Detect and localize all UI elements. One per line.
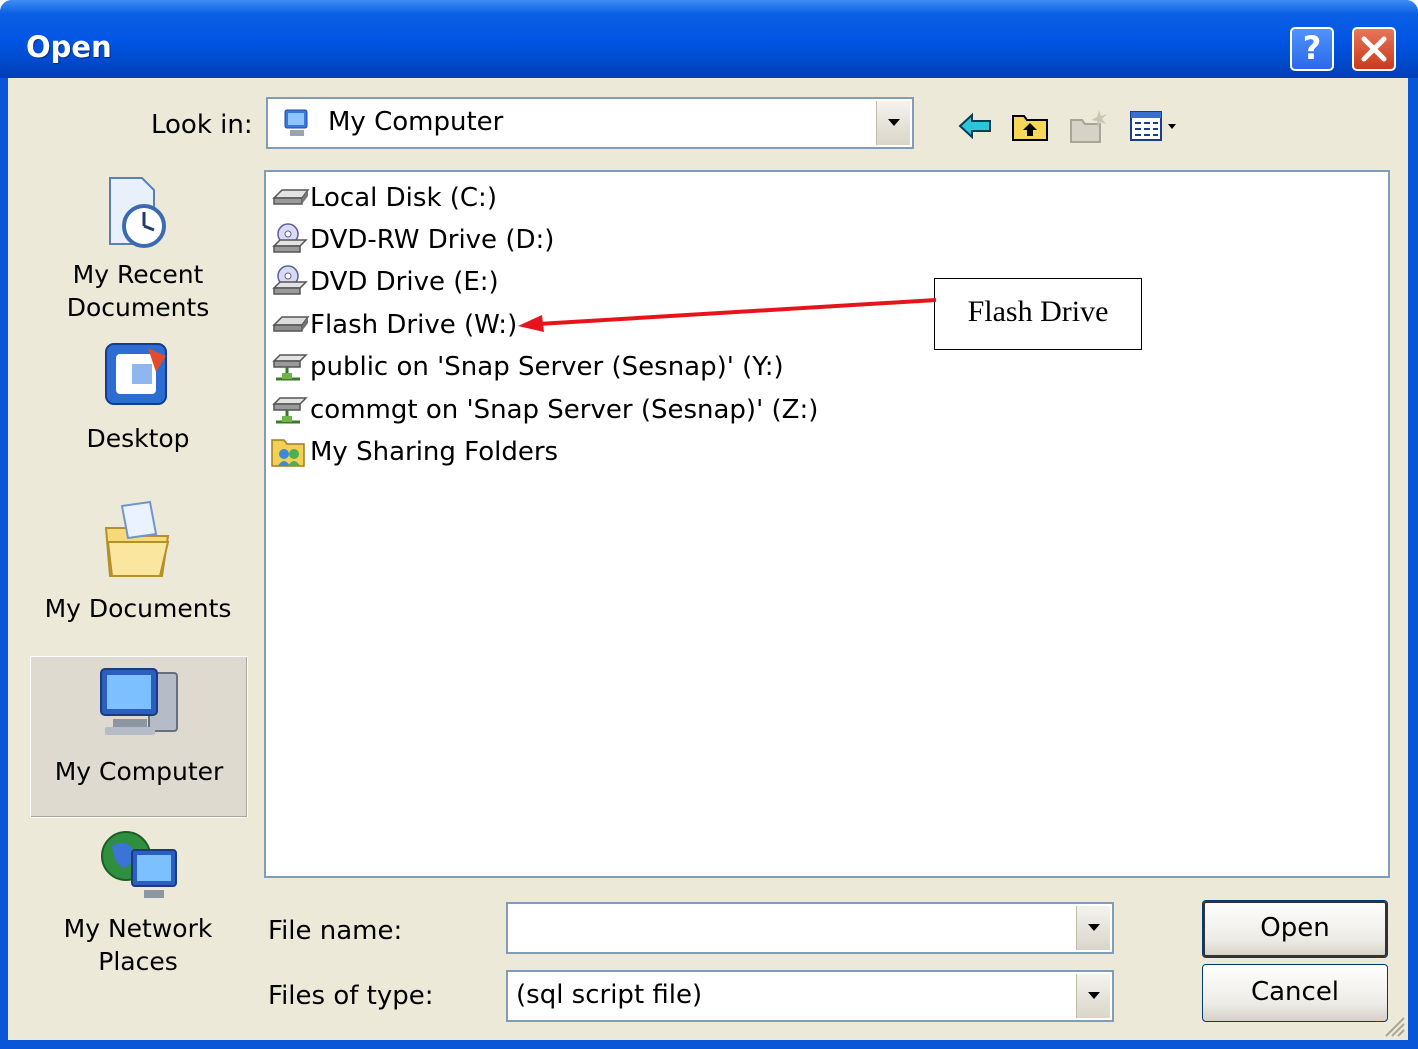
place-my-computer[interactable]: My Computer <box>30 656 248 818</box>
files-of-type-label: Files of type: <box>268 981 434 1011</box>
list-item[interactable]: public on 'Snap Server (Sesnap)' (Y:) <box>270 347 784 387</box>
chevron-down-icon <box>1087 924 1100 931</box>
place-label-line2: Documents <box>66 293 210 322</box>
place-label-line1: My Computer <box>54 757 224 786</box>
views-icon <box>1130 111 1176 141</box>
network-drive-icon <box>270 349 310 385</box>
new-folder-icon <box>1070 110 1107 143</box>
list-item[interactable]: commgt on 'Snap Server (Sesnap)' (Z:) <box>270 390 818 430</box>
desktop-icon <box>105 343 167 405</box>
file-name-combo[interactable] <box>506 902 1114 954</box>
close-icon <box>1361 36 1387 62</box>
file-name: Local Disk (C:) <box>310 183 497 213</box>
list-item[interactable]: DVD-RW Drive (D:) <box>270 220 554 260</box>
dialog-body: Look in: My Computer My Recent Documents… <box>8 78 1408 1040</box>
place-label-line2: Places <box>98 947 178 976</box>
place-label-line1: My Documents <box>44 594 232 623</box>
chevron-down-icon <box>887 119 900 126</box>
file-name: Flash Drive (W:) <box>310 310 518 340</box>
title-bar[interactable]: Open ? <box>0 0 1418 78</box>
look-in-combo[interactable]: My Computer <box>266 97 914 149</box>
back-button[interactable] <box>956 106 996 146</box>
file-name: DVD Drive (E:) <box>310 267 499 297</box>
list-item[interactable]: Local Disk (C:) <box>270 178 497 218</box>
places-bar: My Recent Documents Desktop My Documents… <box>30 168 250 976</box>
close-button[interactable] <box>1352 27 1396 71</box>
file-name: commgt on 'Snap Server (Sesnap)' (Z:) <box>310 395 819 425</box>
my-computer-small-icon <box>284 109 308 136</box>
files-of-type-combo[interactable]: (sql script file) <box>506 970 1114 1022</box>
chevron-down-icon <box>1087 992 1100 999</box>
open-dialog: Open ? Look in: My Computer My Recent Do… <box>0 0 1418 1049</box>
window-title: Open <box>26 30 112 64</box>
list-item[interactable]: DVD Drive (E:) <box>270 262 499 302</box>
file-name: public on 'Snap Server (Sesnap)' (Y:) <box>310 352 784 382</box>
place-desktop[interactable]: Desktop <box>30 338 246 468</box>
back-arrow-icon <box>958 112 991 140</box>
recent-documents-icon <box>109 177 166 248</box>
annotation-callout: Flash Drive <box>934 278 1142 350</box>
file-name: My Sharing Folders <box>310 437 559 467</box>
place-label-line1: Desktop <box>86 424 190 453</box>
place-my-recent-documents[interactable]: My Recent Documents <box>30 168 246 322</box>
annotation-arrow <box>518 298 937 332</box>
place-my-documents[interactable]: My Documents <box>30 498 246 638</box>
open-button[interactable]: Open <box>1202 900 1388 958</box>
my-documents-icon <box>104 500 170 577</box>
files-of-type-value: (sql script file) <box>516 980 703 1010</box>
files-of-type-dropdown-button[interactable] <box>1076 974 1110 1018</box>
dvd-drive-icon <box>270 264 310 300</box>
look-in-dropdown-button[interactable] <box>876 101 910 145</box>
network-drive-icon <box>270 392 310 428</box>
look-in-label: Look in: <box>151 110 253 140</box>
network-places-icon <box>101 831 177 898</box>
file-list[interactable]: Local Disk (C:) DVD-RW Drive (D:) DVD Dr… <box>264 170 1390 878</box>
list-item[interactable]: My Sharing Folders <box>270 432 558 472</box>
list-item[interactable]: Flash Drive (W:) <box>270 305 517 345</box>
place-label-line1: My Network <box>63 914 213 943</box>
place-label-line1: My Recent <box>72 260 204 289</box>
look-in-value: My Computer <box>328 107 504 137</box>
views-menu-button[interactable] <box>1128 106 1184 146</box>
cancel-button[interactable]: Cancel <box>1202 964 1388 1022</box>
resize-grip-icon[interactable] <box>1380 1012 1406 1038</box>
hard-disk-icon <box>270 180 310 216</box>
dvd-drive-icon <box>270 222 310 258</box>
my-computer-icon <box>100 668 178 735</box>
file-name: DVD-RW Drive (D:) <box>310 225 555 255</box>
shared-folder-icon <box>270 434 310 470</box>
file-name-dropdown-button[interactable] <box>1076 906 1110 950</box>
file-name-label: File name: <box>268 916 403 946</box>
place-my-network-places[interactable]: My Network Places <box>30 828 246 976</box>
up-folder-icon <box>1012 115 1048 141</box>
help-button[interactable]: ? <box>1290 27 1334 71</box>
removable-drive-icon <box>270 307 310 343</box>
up-one-level-button[interactable] <box>1010 106 1050 146</box>
new-folder-button[interactable] <box>1068 106 1108 146</box>
